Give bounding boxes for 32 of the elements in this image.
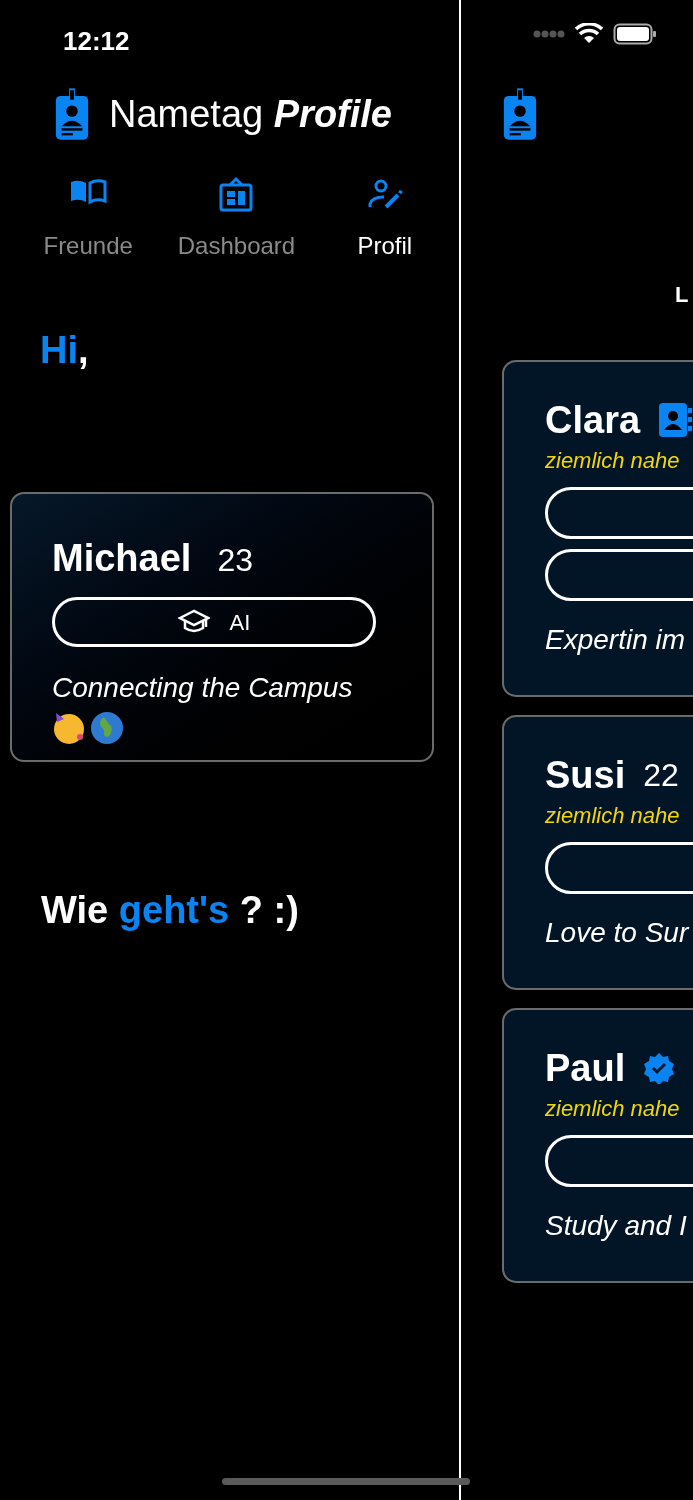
friend-name: Susi (545, 752, 626, 798)
globe-icon (90, 711, 124, 745)
status-time: 12:12 (63, 26, 130, 56)
friend-age: 22 (643, 756, 679, 795)
graduation-cap-icon (177, 609, 210, 635)
friend-bio: Love to Sur (545, 916, 691, 950)
friend-name: Clara (545, 397, 641, 443)
distance-label: ziemlich nahe (545, 447, 681, 475)
profile-name: Michael (52, 536, 192, 581)
greeting-text: Hi, (40, 328, 89, 373)
profile-age: 23 (217, 541, 253, 580)
id-badge-icon (501, 87, 539, 141)
app-title: Nametag Profile (109, 91, 392, 137)
signal-icon (533, 30, 565, 38)
question-text: Wie geht's ? :) (41, 888, 299, 933)
section-heading: L (675, 282, 689, 307)
tab[interactable]: Dashboard (162, 176, 311, 322)
tab[interactable]: Freunde (14, 176, 163, 322)
friend-bio: Expertin im (545, 623, 687, 657)
building-icon (217, 176, 256, 212)
contact-book-icon (658, 402, 693, 438)
battery-icon (613, 23, 657, 45)
wifi-icon (575, 23, 603, 45)
field-label: AI (229, 608, 251, 637)
id-badge-icon (53, 87, 91, 141)
friend-bio: Study and I (545, 1209, 688, 1243)
distance-label: ziemlich nahe (545, 802, 681, 830)
tab[interactable]: Profil (310, 176, 459, 322)
verified-badge-icon (643, 1052, 676, 1084)
profile-bio: Connecting the Campus (52, 671, 354, 705)
friend-name: Paul (545, 1045, 626, 1091)
distance-label: ziemlich nahe (545, 1095, 681, 1123)
